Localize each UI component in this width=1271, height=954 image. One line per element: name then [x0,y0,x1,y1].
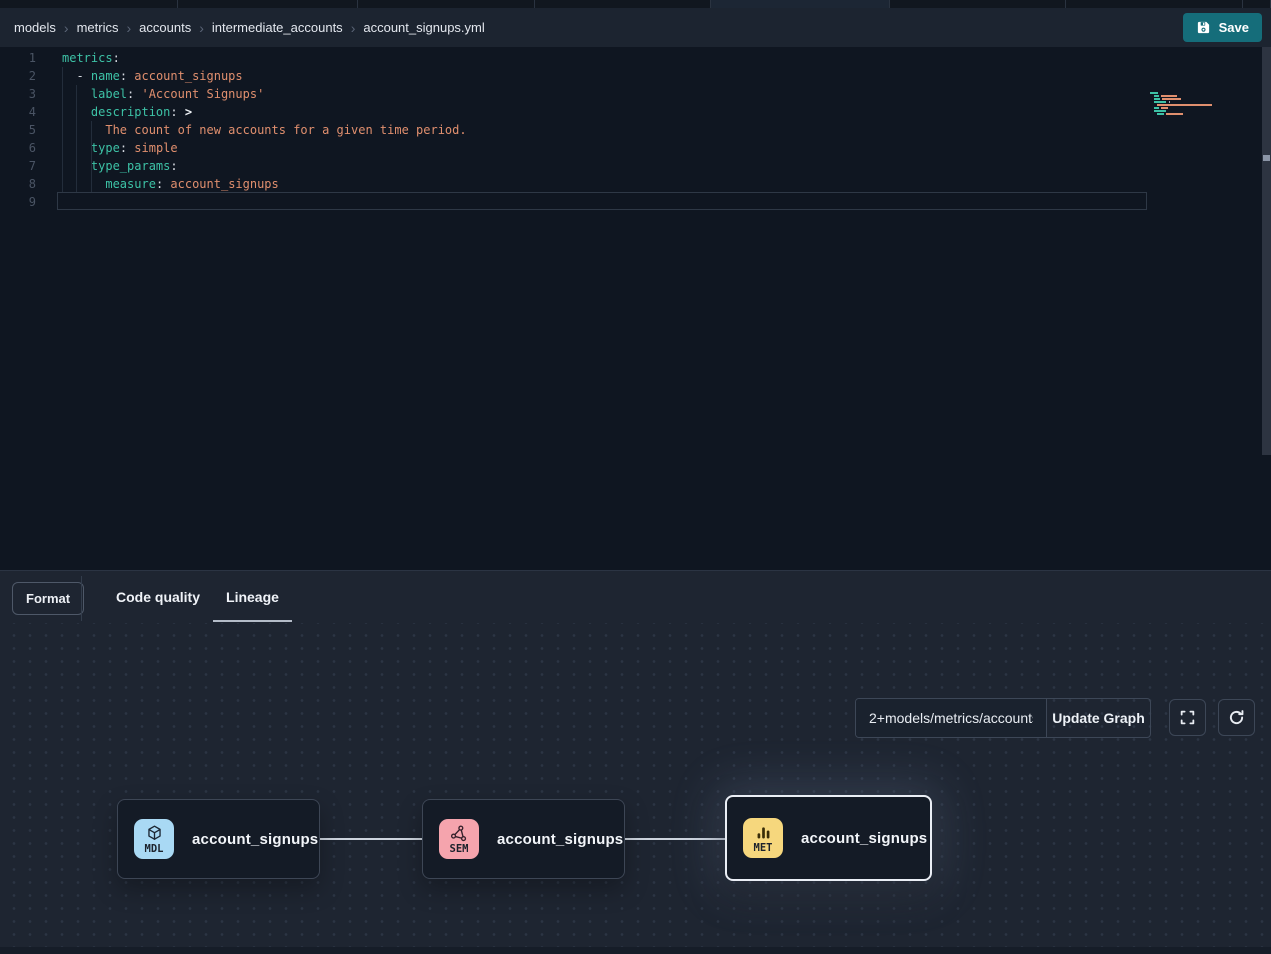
file-tab[interactable] [1066,0,1243,8]
code-line[interactable]: 1metrics: [0,49,1262,67]
line-number: 8 [0,175,36,193]
code-lines[interactable]: 1metrics:2 - name: account_signups3 labe… [0,49,1262,211]
file-tab[interactable] [535,0,711,8]
chevron-right-icon: › [351,21,356,35]
ide-window: models › metrics › accounts › intermediate_acc… [0,0,1271,954]
node-badge-label: MET [754,842,773,854]
active-line-highlight [57,192,1147,210]
editor-scrollbar[interactable] [1262,47,1271,455]
breadcrumb-item[interactable]: accounts [139,20,191,35]
share-network-icon [450,823,469,843]
node-badge-sem: SEM [439,819,479,859]
save-icon [1196,20,1211,35]
lineage-edge [625,838,726,840]
chevron-right-icon: › [64,21,69,35]
file-tab[interactable] [178,0,358,8]
breadcrumb-item[interactable]: metrics [77,20,119,35]
node-label: account_signups [497,831,623,848]
lineage-canvas[interactable]: Update Graph [0,623,1271,948]
bar-chart-icon [754,822,773,842]
node-label: account_signups [801,830,927,847]
panel-bottom-strip [0,947,1271,954]
minimap[interactable] [1150,92,1216,119]
line-number: 2 [0,67,36,85]
selector-group: Update Graph [855,698,1151,738]
code-line[interactable]: 8 measure: account_signups [0,175,1262,193]
panel-divider [81,576,82,621]
fullscreen-icon [1179,709,1196,726]
refresh-icon [1228,709,1245,726]
line-number: 7 [0,157,36,175]
file-tab[interactable] [890,0,1066,8]
code-line[interactable]: 4 description: > [0,103,1262,121]
node-label: account_signups [192,831,318,848]
file-tab[interactable] [711,0,890,8]
format-button[interactable]: Format [12,582,84,615]
scrollbar-thumb[interactable] [1263,155,1270,161]
line-number: 4 [0,103,36,121]
chevron-right-icon: › [199,21,204,35]
file-tab[interactable] [358,0,535,8]
line-number: 1 [0,49,36,67]
breadcrumb-item[interactable]: account_signups.yml [363,20,484,35]
indent-guide [91,121,92,193]
lineage-edge [320,838,423,840]
chevron-right-icon: › [126,21,131,35]
node-badge-label: MDL [145,843,164,855]
selector-input[interactable] [856,699,1046,737]
file-tab[interactable] [0,0,178,8]
code-line[interactable]: 5 The count of new accounts for a given … [0,121,1262,139]
breadcrumb-item[interactable]: models [14,20,56,35]
tab-lineage[interactable]: Lineage [213,571,292,623]
bottom-panel: Format Code qualityLineage Update Graph [0,570,1271,954]
fullscreen-button[interactable] [1169,699,1206,736]
code-line[interactable]: 3 label: 'Account Signups' [0,85,1262,103]
line-number: 3 [0,85,36,103]
save-button-label: Save [1219,20,1249,35]
breadcrumb: models › metrics › accounts › intermediate_acc… [0,20,485,35]
code-line[interactable]: 7 type_params: [0,157,1262,175]
top-tabs-strip[interactable] [0,0,1271,8]
breadcrumb-bar: models › metrics › accounts › intermediate_acc… [0,8,1271,47]
node-badge-met: MET [743,818,783,858]
indent-guide [62,67,63,193]
lineage-node-sem[interactable]: SEM account_signups [422,799,625,879]
node-badge-mdl: MDL [134,819,174,859]
update-graph-button[interactable]: Update Graph [1046,699,1150,737]
cube-icon [145,823,164,843]
panel-tabs: Code qualityLineage [103,571,292,623]
code-line[interactable]: 6 type: simple [0,139,1262,157]
node-badge-label: SEM [450,843,469,855]
line-number: 6 [0,139,36,157]
code-editor[interactable]: 1metrics:2 - name: account_signups3 labe… [0,47,1271,570]
tab-code-quality[interactable]: Code quality [103,571,213,623]
line-number: 5 [0,121,36,139]
lineage-node-mdl[interactable]: MDL account_signups [117,799,320,879]
refresh-button[interactable] [1218,699,1255,736]
lineage-node-met[interactable]: MET account_signups [725,795,932,881]
indent-guide [76,85,77,193]
file-tab[interactable] [1243,0,1271,8]
breadcrumb-item[interactable]: intermediate_accounts [212,20,343,35]
save-button[interactable]: Save [1183,13,1262,42]
line-number: 9 [0,193,36,211]
code-line[interactable]: 2 - name: account_signups [0,67,1262,85]
